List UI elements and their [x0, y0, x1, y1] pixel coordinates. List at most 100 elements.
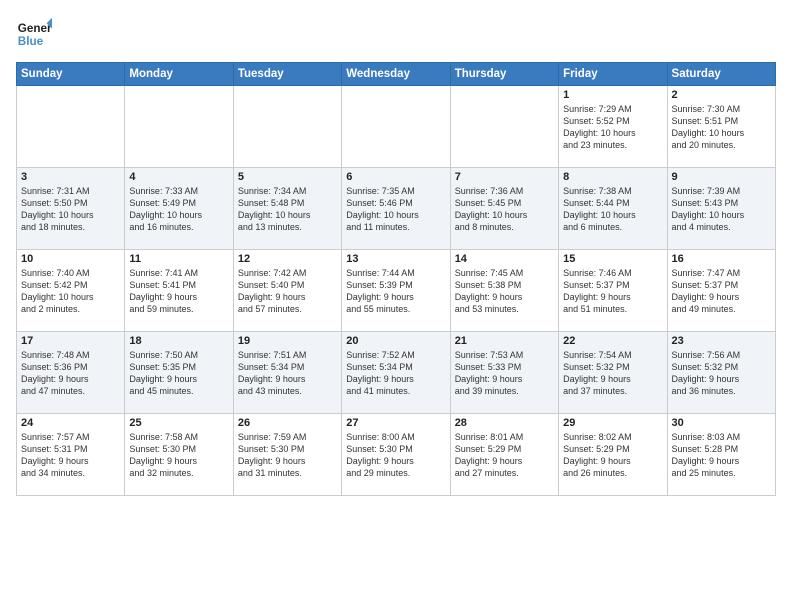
day-info: Sunrise: 7:52 AM Sunset: 5:34 PM Dayligh…: [346, 349, 445, 398]
day-cell: 10 Sunrise: 7:40 AM Sunset: 5:42 PM Dayli…: [17, 250, 125, 332]
day-number: 30: [672, 417, 771, 429]
day-cell: [125, 86, 233, 168]
day-cell: 25 Sunrise: 7:58 AM Sunset: 5:30 PM Dayli…: [125, 414, 233, 496]
day-cell: [342, 86, 450, 168]
day-cell: [450, 86, 558, 168]
day-number: 15: [563, 253, 662, 265]
day-cell: 9 Sunrise: 7:39 AM Sunset: 5:43 PM Daylig…: [667, 168, 775, 250]
day-info: Sunrise: 7:35 AM Sunset: 5:46 PM Dayligh…: [346, 185, 445, 234]
day-number: 12: [238, 253, 337, 265]
day-number: 3: [21, 171, 120, 183]
day-info: Sunrise: 8:02 AM Sunset: 5:29 PM Dayligh…: [563, 431, 662, 480]
week-row-1: 1 Sunrise: 7:29 AM Sunset: 5:52 PM Daylig…: [17, 86, 776, 168]
page: General Blue SundayMondayTuesdayWednesda…: [0, 0, 792, 612]
weekday-header-saturday: Saturday: [667, 63, 775, 86]
day-cell: 24Sunrise: 7:57 AM Sunset: 5:31 PM Dayli…: [17, 414, 125, 496]
day-info: Sunrise: 7:33 AM Sunset: 5:49 PM Dayligh…: [129, 185, 228, 234]
day-number: 16: [672, 253, 771, 265]
day-cell: 29Sunrise: 8:02 AM Sunset: 5:29 PM Dayli…: [559, 414, 667, 496]
day-cell: [233, 86, 341, 168]
day-cell: 26 Sunrise: 7:59 AM Sunset: 5:30 PM Dayli…: [233, 414, 341, 496]
day-info: Sunrise: 7:29 AM Sunset: 5:52 PM Dayligh…: [563, 103, 662, 152]
day-cell: 20 Sunrise: 7:52 AM Sunset: 5:34 PM Dayli…: [342, 332, 450, 414]
weekday-header-friday: Friday: [559, 63, 667, 86]
weekday-header-sunday: Sunday: [17, 63, 125, 86]
day-cell: 7 Sunrise: 7:36 AM Sunset: 5:45 PM Daylig…: [450, 168, 558, 250]
day-number: 26: [238, 417, 337, 429]
day-number: 11: [129, 253, 228, 265]
day-info: Sunrise: 7:39 AM Sunset: 5:43 PM Dayligh…: [672, 185, 771, 234]
day-info: Sunrise: 7:34 AM Sunset: 5:48 PM Dayligh…: [238, 185, 337, 234]
day-number: 1: [563, 89, 662, 101]
day-cell: 15 Sunrise: 7:46 AM Sunset: 5:37 PM Dayli…: [559, 250, 667, 332]
day-number: 22: [563, 335, 662, 347]
day-info: Sunrise: 8:03 AM Sunset: 5:28 PM Dayligh…: [672, 431, 771, 480]
day-number: 2: [672, 89, 771, 101]
day-info: Sunrise: 7:51 AM Sunset: 5:34 PM Dayligh…: [238, 349, 337, 398]
day-info: Sunrise: 7:54 AM Sunset: 5:32 PM Dayligh…: [563, 349, 662, 398]
day-cell: 5 Sunrise: 7:34 AM Sunset: 5:48 PM Daylig…: [233, 168, 341, 250]
day-number: 23: [672, 335, 771, 347]
day-info: Sunrise: 7:38 AM Sunset: 5:44 PM Dayligh…: [563, 185, 662, 234]
week-row-3: 10 Sunrise: 7:40 AM Sunset: 5:42 PM Dayli…: [17, 250, 776, 332]
day-cell: 22 Sunrise: 7:54 AM Sunset: 5:32 PM Dayli…: [559, 332, 667, 414]
day-info: Sunrise: 7:30 AM Sunset: 5:51 PM Dayligh…: [672, 103, 771, 152]
day-number: 18: [129, 335, 228, 347]
day-cell: 23 Sunrise: 7:56 AM Sunset: 5:32 PM Dayli…: [667, 332, 775, 414]
day-info: Sunrise: 7:56 AM Sunset: 5:32 PM Dayligh…: [672, 349, 771, 398]
day-cell: [17, 86, 125, 168]
day-cell: 4 Sunrise: 7:33 AM Sunset: 5:49 PM Daylig…: [125, 168, 233, 250]
day-cell: 30 Sunrise: 8:03 AM Sunset: 5:28 PM Dayli…: [667, 414, 775, 496]
weekday-header-monday: Monday: [125, 63, 233, 86]
day-number: 5: [238, 171, 337, 183]
header: General Blue: [16, 16, 776, 52]
day-number: 27: [346, 417, 445, 429]
day-info: Sunrise: 7:36 AM Sunset: 5:45 PM Dayligh…: [455, 185, 554, 234]
day-info: Sunrise: 7:47 AM Sunset: 5:37 PM Dayligh…: [672, 267, 771, 316]
day-number: 6: [346, 171, 445, 183]
logo-icon: General Blue: [16, 16, 52, 52]
day-info: Sunrise: 7:41 AM Sunset: 5:41 PM Dayligh…: [129, 267, 228, 316]
day-cell: 3Sunrise: 7:31 AM Sunset: 5:50 PM Daylig…: [17, 168, 125, 250]
day-info: Sunrise: 8:01 AM Sunset: 5:29 PM Dayligh…: [455, 431, 554, 480]
day-number: 21: [455, 335, 554, 347]
day-cell: 13 Sunrise: 7:44 AM Sunset: 5:39 PM Dayli…: [342, 250, 450, 332]
day-info: Sunrise: 7:42 AM Sunset: 5:40 PM Dayligh…: [238, 267, 337, 316]
day-info: Sunrise: 7:50 AM Sunset: 5:35 PM Dayligh…: [129, 349, 228, 398]
day-number: 8: [563, 171, 662, 183]
day-number: 24: [21, 417, 120, 429]
weekday-header-thursday: Thursday: [450, 63, 558, 86]
day-info: Sunrise: 7:44 AM Sunset: 5:39 PM Dayligh…: [346, 267, 445, 316]
calendar: SundayMondayTuesdayWednesdayThursdayFrid…: [16, 62, 776, 496]
day-number: 13: [346, 253, 445, 265]
day-cell: 17Sunrise: 7:48 AM Sunset: 5:36 PM Dayli…: [17, 332, 125, 414]
day-cell: 12 Sunrise: 7:42 AM Sunset: 5:40 PM Dayli…: [233, 250, 341, 332]
day-number: 10: [21, 253, 120, 265]
day-number: 20: [346, 335, 445, 347]
day-cell: 14Sunrise: 7:45 AM Sunset: 5:38 PM Dayli…: [450, 250, 558, 332]
day-number: 28: [455, 417, 554, 429]
day-number: 9: [672, 171, 771, 183]
weekday-header-row: SundayMondayTuesdayWednesdayThursdayFrid…: [17, 63, 776, 86]
day-cell: 18 Sunrise: 7:50 AM Sunset: 5:35 PM Dayli…: [125, 332, 233, 414]
day-cell: 8 Sunrise: 7:38 AM Sunset: 5:44 PM Daylig…: [559, 168, 667, 250]
day-cell: 19Sunrise: 7:51 AM Sunset: 5:34 PM Dayli…: [233, 332, 341, 414]
weekday-header-tuesday: Tuesday: [233, 63, 341, 86]
day-number: 4: [129, 171, 228, 183]
day-info: Sunrise: 7:40 AM Sunset: 5:42 PM Dayligh…: [21, 267, 120, 316]
day-number: 17: [21, 335, 120, 347]
day-info: Sunrise: 8:00 AM Sunset: 5:30 PM Dayligh…: [346, 431, 445, 480]
day-cell: 11 Sunrise: 7:41 AM Sunset: 5:41 PM Dayli…: [125, 250, 233, 332]
day-info: Sunrise: 7:59 AM Sunset: 5:30 PM Dayligh…: [238, 431, 337, 480]
day-number: 7: [455, 171, 554, 183]
day-info: Sunrise: 7:46 AM Sunset: 5:37 PM Dayligh…: [563, 267, 662, 316]
day-number: 25: [129, 417, 228, 429]
day-info: Sunrise: 7:53 AM Sunset: 5:33 PM Dayligh…: [455, 349, 554, 398]
day-info: Sunrise: 7:58 AM Sunset: 5:30 PM Dayligh…: [129, 431, 228, 480]
day-cell: 6 Sunrise: 7:35 AM Sunset: 5:46 PM Daylig…: [342, 168, 450, 250]
week-row-2: 3Sunrise: 7:31 AM Sunset: 5:50 PM Daylig…: [17, 168, 776, 250]
day-cell: 2 Sunrise: 7:30 AM Sunset: 5:51 PM Daylig…: [667, 86, 775, 168]
day-cell: 1 Sunrise: 7:29 AM Sunset: 5:52 PM Daylig…: [559, 86, 667, 168]
week-row-4: 17Sunrise: 7:48 AM Sunset: 5:36 PM Dayli…: [17, 332, 776, 414]
day-cell: 21 Sunrise: 7:53 AM Sunset: 5:33 PM Dayli…: [450, 332, 558, 414]
